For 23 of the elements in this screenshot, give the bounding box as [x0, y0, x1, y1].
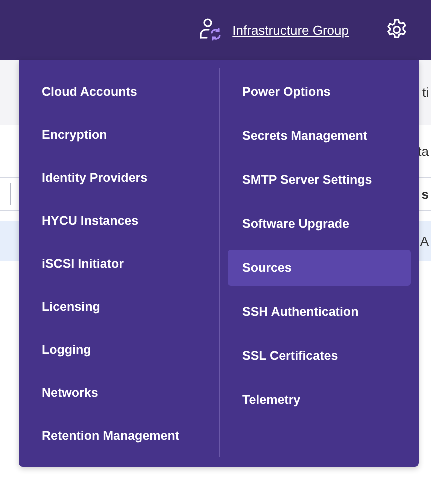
menu-item[interactable]: SMTP Server Settings — [228, 158, 411, 202]
row-text: ta — [418, 144, 429, 158]
menu-item[interactable]: Identity Providers — [27, 156, 218, 199]
menu-item[interactable]: Encryption — [27, 113, 218, 156]
menu-item[interactable]: SSL Certificates — [228, 334, 411, 378]
group-link[interactable]: Infrastructure Group — [232, 22, 349, 38]
menu-item[interactable]: Retention Management — [27, 414, 218, 457]
menu-item[interactable]: Software Upgrade — [228, 202, 411, 246]
menu-item[interactable]: SSH Authentication — [228, 290, 411, 334]
menu-item[interactable]: HYCU Instances — [27, 199, 218, 242]
menu-item[interactable]: Logging — [27, 328, 218, 371]
user-sync-icon[interactable] — [198, 18, 223, 42]
menu-item[interactable]: Telemetry — [228, 378, 411, 422]
menu-item[interactable]: Secrets Management — [228, 114, 411, 158]
toolbar-text: ti — [422, 85, 429, 100]
menu-item[interactable]: Sources — [228, 250, 411, 286]
menu-item[interactable]: iSCSI Initiator — [27, 242, 218, 285]
menu-item[interactable]: Licensing — [27, 285, 218, 328]
menu-item[interactable]: Cloud Accounts — [27, 70, 218, 113]
column-header: s — [422, 186, 429, 202]
table-cell: A — [420, 234, 429, 248]
menu-item[interactable]: Power Options — [228, 70, 411, 114]
menu-item[interactable]: Networks — [27, 371, 218, 414]
